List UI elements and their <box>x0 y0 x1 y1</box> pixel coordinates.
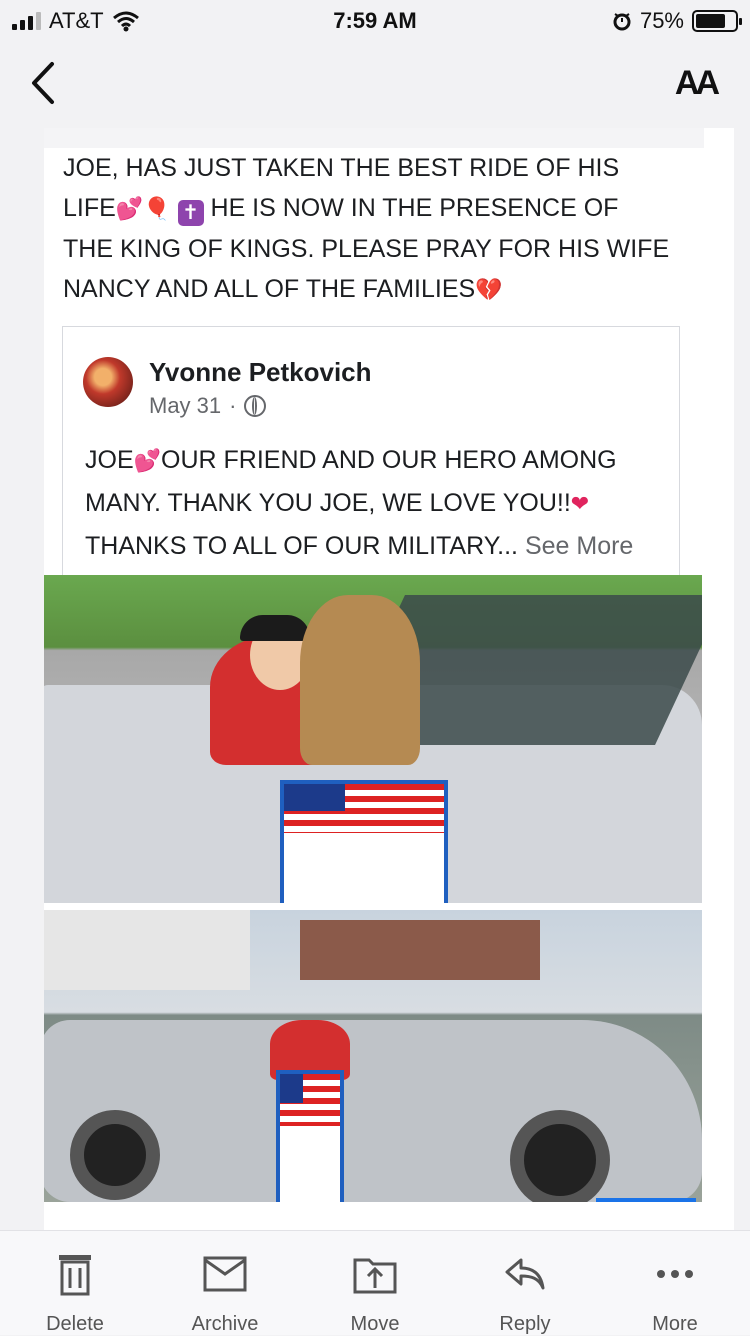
shared-line: THANKS TO ALL OF OUR MILITARY... See Mor… <box>85 525 675 567</box>
shared-line-segment: THANKS TO ALL OF OUR MILITARY... <box>85 532 518 560</box>
red-heart-emoji: ❤ <box>570 491 590 516</box>
toolbar-label: Archive <box>191 1313 259 1335</box>
shared-line-segment: OUR FRIEND AND OUR HERO AMONG <box>161 446 617 474</box>
archive-icon <box>203 1256 247 1292</box>
post-line-segment: NANCY AND ALL OF THE FAMILIES <box>63 275 476 303</box>
more-button[interactable]: More <box>615 1249 735 1336</box>
post-line: LIFE💕🎈 ✝ HE IS NOW IN THE PRESENCE OF <box>63 188 703 229</box>
embedded-status-bar <box>44 128 704 148</box>
shared-line: MANY. THANK YOU JOE, WE LOVE YOU!!❤ <box>85 482 675 525</box>
post-line: JOE, HAS JUST TAKEN THE BEST RIDE OF HIS <box>63 154 620 182</box>
see-more-link[interactable]: See More <box>525 532 633 560</box>
battery-icon <box>692 10 742 32</box>
toolbar-label: Move <box>350 1313 400 1335</box>
post-meta: May 31 · <box>149 393 267 419</box>
nav-bar: AA <box>0 40 750 128</box>
house-shape <box>44 910 250 990</box>
post-date: May 31 <box>149 393 222 418</box>
globe-icon <box>244 395 267 417</box>
status-bar-right: 75% <box>612 8 742 34</box>
broken-heart-emoji: 💔 <box>475 277 503 302</box>
photo-convertible-closeup[interactable] <box>44 575 702 903</box>
move-button[interactable]: Move <box>315 1249 435 1336</box>
shared-post-text: JOE💕OUR FRIEND AND OUR HERO AMONG MANY. … <box>85 439 675 567</box>
shared-post[interactable]: Yvonne Petkovich May 31 · JOE💕OUR FRIEND… <box>62 326 680 586</box>
text-size-button[interactable]: AA <box>675 64 720 103</box>
bottom-toolbar: Delete Archive Move Reply More <box>0 1230 750 1335</box>
heart-emoji: 💕 <box>115 196 144 221</box>
reply-icon <box>505 1258 545 1290</box>
message-body: JOE, HAS JUST TAKEN THE BEST RIDE OF HIS… <box>44 128 734 1230</box>
post-text: JOE, HAS JUST TAKEN THE BEST RIDE OF HIS… <box>63 148 703 310</box>
archive-button[interactable]: Archive <box>165 1249 285 1336</box>
post-line: THE KING OF KINGS. PLEASE PRAY FOR HIS W… <box>63 235 670 263</box>
wheel-shape <box>510 1110 610 1202</box>
hometown-heroes-sign <box>276 1070 344 1202</box>
meta-separator: · <box>229 393 237 418</box>
post-line-segment: HE IS NOW IN THE PRESENCE OF <box>203 194 619 222</box>
chevron-left-icon[interactable] <box>26 58 66 108</box>
toolbar-label: Delete <box>46 1313 104 1335</box>
cross-emoji: ✝ <box>177 200 204 226</box>
trash-icon <box>59 1255 91 1296</box>
person-shape <box>300 595 420 765</box>
post-line: NANCY AND ALL OF THE FAMILIES💔 <box>63 269 703 310</box>
reply-button[interactable]: Reply <box>465 1249 585 1336</box>
post-line-segment: LIFE <box>63 194 116 222</box>
status-bar: AT&T 7:59 AM 75% <box>0 0 750 40</box>
move-icon <box>353 1258 397 1294</box>
heart-emoji: 💕 <box>133 448 162 473</box>
avatar[interactable] <box>83 357 133 407</box>
house-shape <box>300 920 540 980</box>
wheel-shape <box>70 1110 160 1200</box>
toolbar-label: More <box>652 1313 698 1335</box>
toolbar-label: Reply <box>499 1313 551 1335</box>
more-icon <box>657 1270 693 1278</box>
shared-line-segment: MANY. THANK YOU JOE, WE LOVE YOU!! <box>85 489 571 517</box>
battery-percent: 75% <box>639 8 684 33</box>
alarm-icon <box>613 13 631 31</box>
delete-button[interactable]: Delete <box>15 1249 135 1336</box>
battery-fill <box>696 14 725 28</box>
hometown-heroes-sign <box>280 780 448 903</box>
author-name[interactable]: Yvonne Petkovich <box>149 357 372 388</box>
shared-line-segment: JOE <box>85 446 134 474</box>
person-shape <box>240 615 310 641</box>
scroll-indicator <box>596 1198 696 1202</box>
shared-line: JOE💕OUR FRIEND AND OUR HERO AMONG <box>85 439 675 482</box>
balloon-emoji: 🎈 <box>143 196 171 221</box>
photo-parade[interactable] <box>44 910 702 1202</box>
